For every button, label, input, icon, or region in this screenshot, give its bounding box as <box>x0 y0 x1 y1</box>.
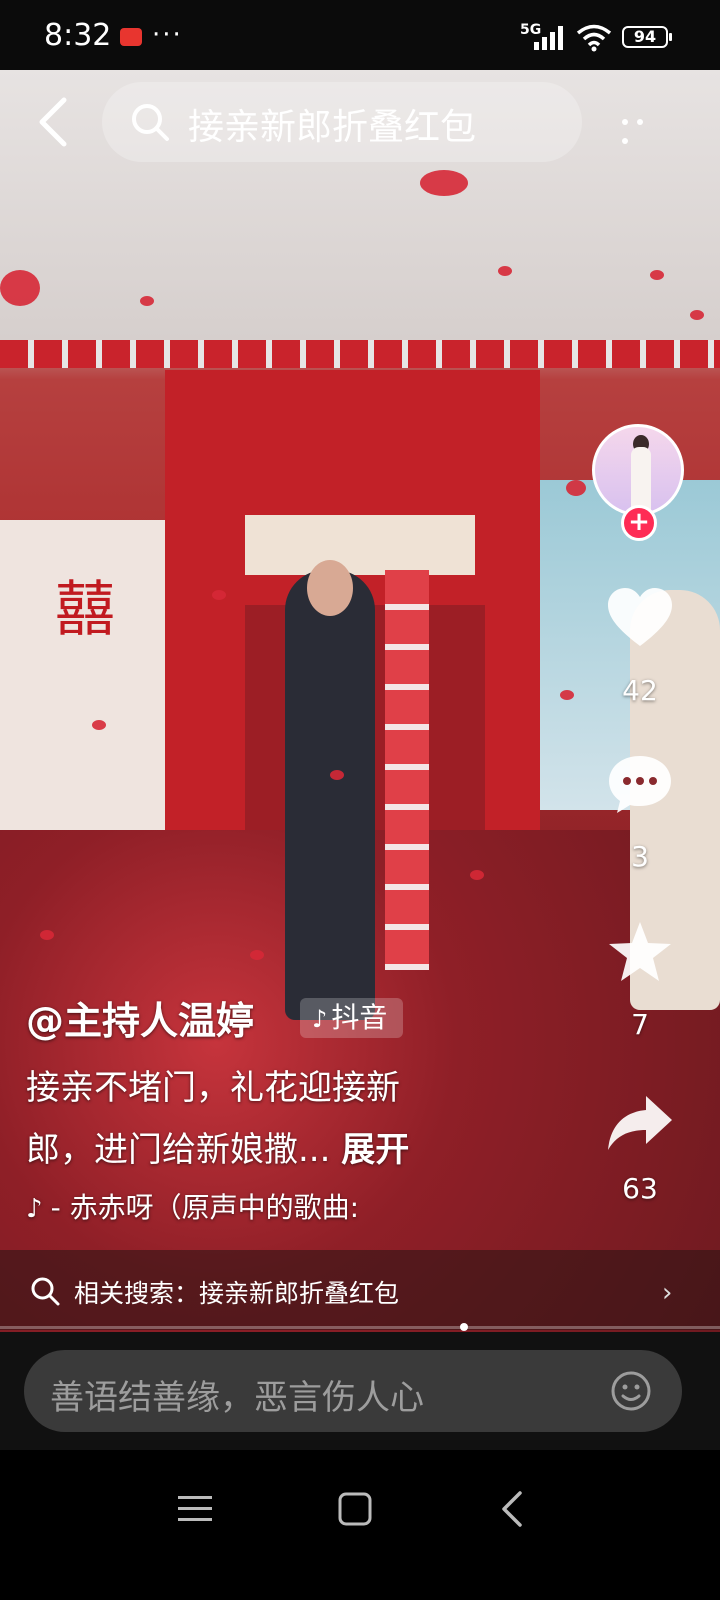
back-button[interactable] <box>34 96 74 148</box>
confetti-petal <box>212 590 226 600</box>
confetti-petal <box>420 170 468 196</box>
confetti-petal <box>140 296 154 306</box>
share-arrow-icon[interactable] <box>606 1092 674 1156</box>
music-row[interactable]: ♪ - 赤赤呀（原声中的歌曲: <box>26 1186 359 1226</box>
follow-button[interactable]: + <box>621 505 657 541</box>
confetti-petal <box>250 950 264 960</box>
related-search-text: 相关搜索：接亲新郎折叠红包 <box>74 1274 399 1310</box>
video-progress-handle[interactable] <box>460 1323 468 1331</box>
search-box[interactable]: 接亲新郎折叠红包 <box>102 82 582 162</box>
groom-figure <box>285 570 375 1020</box>
more-dots-icon <box>622 119 628 125</box>
notification-app-icon <box>120 28 142 46</box>
confetti-petal <box>690 310 704 320</box>
search-icon <box>132 104 169 141</box>
left-room-wall <box>0 520 170 840</box>
video-progress-bar[interactable] <box>0 1326 720 1329</box>
emoji-icon[interactable] <box>610 1370 652 1412</box>
comment-placeholder: 善语结善缘，恶言伤人心 <box>50 1378 424 1418</box>
more-dots-icon <box>622 138 628 144</box>
confetti-petal <box>40 930 54 940</box>
confetti-petal <box>566 480 586 496</box>
douyin-logo-icon: ♪ <box>312 1005 328 1033</box>
share-count: 63 <box>622 1172 658 1205</box>
triangle-back-icon[interactable] <box>500 1490 524 1528</box>
comment-bubble-icon[interactable] <box>606 752 674 816</box>
related-search-label: 相关搜索： <box>74 1279 200 1308</box>
heart-icon[interactable] <box>606 586 674 650</box>
music-title: - 赤赤呀（原声中的歌曲: <box>50 1191 360 1224</box>
double-happiness-decoration: 囍 <box>55 575 115 645</box>
author-name[interactable]: @主持人温婷 <box>26 990 254 1045</box>
square-home-icon[interactable] <box>338 1492 372 1526</box>
chevron-right-icon: › <box>662 1278 673 1308</box>
expand-button[interactable]: 展开 <box>341 1130 409 1170</box>
douyin-badge[interactable]: ♪ 抖音 <box>300 998 404 1038</box>
shelf-decoration <box>245 515 475 575</box>
like-count: 42 <box>622 674 658 707</box>
menu-lines-icon[interactable] <box>178 1494 212 1524</box>
confetti-petal <box>560 690 574 700</box>
comment-count: 3 <box>631 840 649 873</box>
wifi-icon <box>576 24 612 52</box>
red-banner-decoration <box>0 340 720 368</box>
search-icon <box>31 1277 60 1306</box>
more-dots-icon <box>637 119 643 125</box>
signal-icon <box>534 26 563 50</box>
folded-red-envelope-strip <box>385 570 429 970</box>
music-note-icon: ♪ <box>26 1194 43 1224</box>
description-line-2: 郎，进门给新娘撒... 展开 <box>26 1122 409 1171</box>
author-avatar[interactable] <box>592 424 684 516</box>
related-search-query: 接亲新郎折叠红包 <box>199 1279 400 1308</box>
related-search-bar[interactable]: 相关搜索：接亲新郎折叠红包 › <box>0 1250 720 1330</box>
description-line-2-text: 郎，进门给新娘撒... <box>26 1130 331 1170</box>
battery-indicator: 94 <box>622 26 672 48</box>
description-line-1: 接亲不堵门，礼花迎接新 <box>26 1068 400 1108</box>
star-icon[interactable] <box>606 920 674 984</box>
comment-input[interactable]: 善语结善缘，恶言伤人心 <box>24 1350 682 1432</box>
status-bar: 8:32 ··· 5G 94 <box>0 0 720 70</box>
confetti-petal <box>0 270 40 306</box>
confetti-petal <box>330 770 344 780</box>
confetti-petal <box>92 720 106 730</box>
confetti-petal <box>470 870 484 880</box>
confetti-petal <box>650 270 664 280</box>
groom-head <box>307 560 353 616</box>
confetti-petal <box>498 266 512 276</box>
favorite-count: 7 <box>631 1008 649 1041</box>
more-notifications-indicator: ··· <box>152 20 183 50</box>
status-time: 8:32 <box>44 18 112 53</box>
search-query: 接亲新郎折叠红包 <box>188 107 477 148</box>
more-options-button[interactable] <box>622 110 666 144</box>
douyin-badge-label: 抖音 <box>331 1001 388 1034</box>
